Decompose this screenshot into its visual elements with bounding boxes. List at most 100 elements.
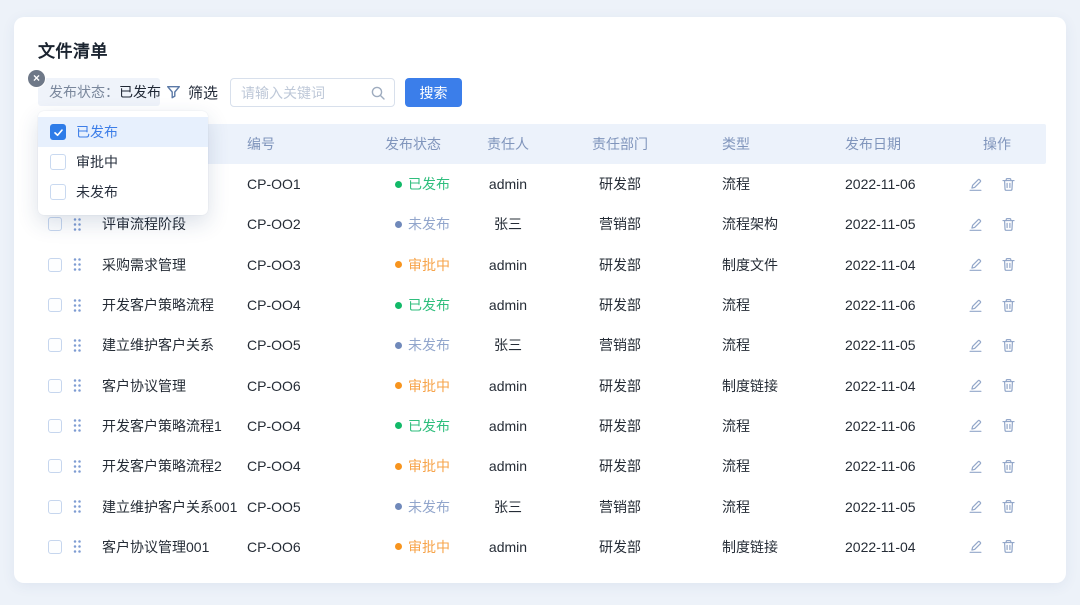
publish-date: 2022-11-04: [802, 378, 942, 394]
checkbox-checked-icon[interactable]: [50, 124, 66, 140]
dropdown-option-published[interactable]: 已发布: [38, 117, 208, 147]
file-type: 流程: [682, 335, 802, 355]
filter-button[interactable]: 筛选: [166, 78, 218, 106]
drag-handle-icon[interactable]: [72, 499, 82, 514]
filter-tag-value: 已发布: [119, 82, 161, 102]
drag-handle-icon[interactable]: [72, 338, 82, 353]
file-type: 流程: [682, 295, 802, 315]
file-name: 客户协议管理: [94, 376, 247, 396]
row-checkbox[interactable]: [48, 298, 62, 312]
publish-date: 2022-11-06: [802, 176, 942, 192]
edit-icon[interactable]: [968, 257, 983, 272]
delete-icon[interactable]: [1001, 378, 1016, 393]
edit-icon[interactable]: [968, 298, 983, 313]
drag-handle-icon[interactable]: [72, 257, 82, 272]
edit-icon[interactable]: [968, 177, 983, 192]
dropdown-option-unpublished[interactable]: 未发布: [38, 177, 208, 207]
file-type: 流程: [682, 416, 802, 436]
row-checkbox[interactable]: [48, 500, 62, 514]
owner: admin: [458, 539, 558, 555]
close-icon[interactable]: ×: [27, 69, 46, 88]
status-text: 审批中: [408, 376, 450, 396]
row-checkbox[interactable]: [48, 540, 62, 554]
publish-date: 2022-11-05: [802, 337, 942, 353]
table-row: 开发客户策略流程 CP-OO4 已发布 admin 研发部 流程 2022-11…: [38, 285, 1046, 325]
status-text: 未发布: [408, 497, 450, 517]
row-checkbox[interactable]: [48, 338, 62, 352]
row-checkbox[interactable]: [48, 258, 62, 272]
owner: 张三: [458, 497, 558, 517]
delete-icon[interactable]: [1001, 338, 1016, 353]
status-dot-icon: [395, 302, 402, 309]
delete-icon[interactable]: [1001, 539, 1016, 554]
header-date: 发布日期: [802, 134, 942, 154]
delete-icon[interactable]: [1001, 418, 1016, 433]
owner: admin: [458, 378, 558, 394]
file-code: CP-OO4: [247, 297, 385, 313]
edit-icon[interactable]: [968, 499, 983, 514]
file-type: 流程: [682, 497, 802, 517]
file-name: 建立维护客户关系001: [94, 497, 247, 517]
department: 研发部: [558, 376, 682, 396]
checkbox-unchecked-icon[interactable]: [50, 184, 66, 200]
checkbox-unchecked-icon[interactable]: [50, 154, 66, 170]
search-icon: [370, 85, 386, 101]
edit-icon[interactable]: [968, 418, 983, 433]
department: 研发部: [558, 537, 682, 557]
status-badge: 审批中: [385, 255, 458, 275]
department: 研发部: [558, 456, 682, 476]
status-text: 审批中: [408, 537, 450, 557]
drag-handle-icon[interactable]: [72, 298, 82, 313]
delete-icon[interactable]: [1001, 217, 1016, 232]
publish-date: 2022-11-06: [802, 297, 942, 313]
delete-icon[interactable]: [1001, 459, 1016, 474]
search-box: [230, 78, 395, 107]
owner: 张三: [458, 335, 558, 355]
search-button[interactable]: 搜索: [405, 78, 462, 107]
row-checkbox[interactable]: [48, 379, 62, 393]
drag-handle-icon[interactable]: [72, 217, 82, 232]
header-type: 类型: [682, 134, 802, 154]
status-dot-icon: [395, 261, 402, 268]
status-dot-icon: [395, 221, 402, 228]
delete-icon[interactable]: [1001, 298, 1016, 313]
edit-icon[interactable]: [968, 217, 983, 232]
status-text: 未发布: [408, 214, 450, 234]
publish-date: 2022-11-06: [802, 458, 942, 474]
edit-icon[interactable]: [968, 378, 983, 393]
dropdown-option-approving[interactable]: 审批中: [38, 147, 208, 177]
department: 研发部: [558, 255, 682, 275]
drag-handle-icon[interactable]: [72, 539, 82, 554]
status-text: 未发布: [408, 335, 450, 355]
status-text: 审批中: [408, 255, 450, 275]
status-dot-icon: [395, 181, 402, 188]
edit-icon[interactable]: [968, 539, 983, 554]
edit-icon[interactable]: [968, 338, 983, 353]
row-checkbox[interactable]: [48, 217, 62, 231]
table-row: 采购需求管理 CP-OO3 审批中 admin 研发部 制度文件 2022-11…: [38, 245, 1046, 285]
drag-handle-icon[interactable]: [72, 459, 82, 474]
filter-tag-label: 发布状态：: [49, 82, 119, 102]
dropdown-option-label: 未发布: [76, 182, 118, 202]
delete-icon[interactable]: [1001, 499, 1016, 514]
dropdown-option-label: 审批中: [76, 152, 118, 172]
edit-icon[interactable]: [968, 459, 983, 474]
publish-status-filter-tag[interactable]: 发布状态： 已发布: [38, 78, 160, 106]
delete-icon[interactable]: [1001, 257, 1016, 272]
delete-icon[interactable]: [1001, 177, 1016, 192]
status-dot-icon: [395, 422, 402, 429]
row-checkbox[interactable]: [48, 419, 62, 433]
table-row: 建立维护客户关系001 CP-OO5 未发布 张三 营销部 流程 2022-11…: [38, 486, 1046, 526]
owner: 张三: [458, 214, 558, 234]
dropdown-option-label: 已发布: [76, 122, 118, 142]
department: 营销部: [558, 214, 682, 234]
drag-handle-icon[interactable]: [72, 418, 82, 433]
file-code: CP-OO2: [247, 216, 385, 232]
file-name: 开发客户策略流程: [94, 295, 247, 315]
file-code: CP-OO4: [247, 458, 385, 474]
file-name: 评审流程阶段: [94, 214, 247, 234]
publish-date: 2022-11-04: [802, 257, 942, 273]
row-checkbox[interactable]: [48, 459, 62, 473]
department: 研发部: [558, 416, 682, 436]
drag-handle-icon[interactable]: [72, 378, 82, 393]
